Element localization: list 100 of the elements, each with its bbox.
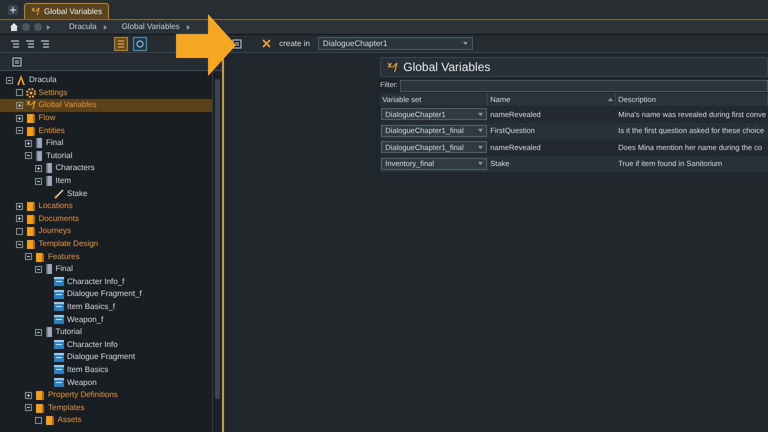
template-icon: [54, 315, 64, 324]
tree-item[interactable]: Journeys: [0, 225, 212, 238]
tree-item[interactable]: Tutorial: [0, 326, 212, 338]
collapse-toggle[interactable]: [34, 266, 42, 273]
tree-item[interactable]: Global Variables: [0, 99, 212, 112]
collapse-toggle[interactable]: [6, 76, 13, 84]
collapse-toggle[interactable]: [34, 328, 42, 336]
folder-icon: [26, 201, 36, 212]
variables-icon: [31, 7, 40, 16]
document-stack-icon[interactable]: [232, 38, 242, 48]
list-view-button[interactable]: [114, 36, 128, 50]
expand-toggle[interactable]: [25, 392, 32, 399]
tree-label: Documents: [38, 214, 79, 223]
sort-ascending-icon: [608, 97, 614, 102]
tree-item[interactable]: Documents: [0, 212, 212, 226]
add-tab-button[interactable]: [8, 5, 18, 15]
list-icon[interactable]: [25, 38, 35, 48]
tree-item[interactable]: Property Definitions: [0, 388, 212, 402]
empty-toggle[interactable]: [16, 228, 22, 235]
template-icon: [54, 378, 64, 388]
tree-item[interactable]: Dialogue Fragment: [0, 351, 212, 364]
tree-label: Dracula: [29, 76, 57, 84]
tree-item[interactable]: Assets: [0, 414, 212, 427]
tree-item[interactable]: Templates: [0, 401, 212, 414]
filter-button[interactable]: [133, 36, 148, 50]
scrollbar[interactable]: [212, 71, 222, 432]
tree-label: Item Basics_f: [67, 302, 116, 311]
tree-label: Property Definitions: [48, 391, 118, 400]
create-in-label: create in: [279, 38, 310, 50]
list-icon[interactable]: [40, 38, 50, 48]
list-icon[interactable]: [10, 38, 20, 48]
collapse-toggle[interactable]: [25, 253, 32, 260]
home-icon[interactable]: [10, 23, 18, 31]
tree-label: Assets: [58, 416, 82, 424]
tree-item[interactable]: Entities: [0, 124, 212, 137]
tree-item[interactable]: Dracula: [0, 74, 212, 87]
dropdown-arrow-icon: [462, 41, 468, 46]
book-icon: [44, 327, 52, 338]
document-stack-icon[interactable]: [12, 56, 22, 66]
book-icon: [35, 138, 43, 148]
tree-item[interactable]: Weapon: [0, 376, 212, 389]
tree-item[interactable]: Dialogue Fragment_f: [0, 288, 212, 301]
tree-item[interactable]: Locations: [0, 200, 212, 213]
expand-toggle[interactable]: [16, 202, 22, 210]
panel-title: Global Variables: [403, 59, 490, 76]
tree-label: Flow: [38, 114, 56, 122]
tree-label: Locations: [38, 202, 73, 210]
folder-icon: [35, 252, 45, 262]
collapse-toggle[interactable]: [25, 404, 32, 412]
folder-icon: [35, 390, 45, 400]
template-icon: [54, 290, 64, 299]
tree-label: Final: [46, 139, 64, 148]
tree-item[interactable]: Final: [0, 136, 212, 150]
empty-toggle[interactable]: [34, 416, 42, 424]
filter-field[interactable]: [400, 80, 768, 92]
template-icon: [54, 302, 64, 312]
folder-icon: [26, 226, 36, 236]
template-icon: [54, 277, 64, 286]
tree-item[interactable]: Character Info: [0, 338, 212, 352]
collapse-toggle[interactable]: [25, 152, 32, 160]
tree-label: Item: [56, 177, 72, 186]
expand-toggle[interactable]: [34, 164, 42, 172]
chevron-right-icon: [46, 24, 51, 30]
tree-item[interactable]: Stake: [0, 187, 212, 200]
tree-item[interactable]: Item: [0, 174, 212, 188]
breadcrumb-link[interactable]: Global Variables: [122, 21, 180, 33]
expand-toggle[interactable]: [16, 102, 22, 109]
expand-toggle[interactable]: [16, 114, 22, 122]
tree-label: Template Design: [38, 240, 98, 248]
letter-a-logo-icon: [16, 75, 26, 86]
tree-label: Final: [56, 265, 73, 274]
tree-label: Weapon_f: [67, 316, 104, 324]
document-tab[interactable]: Global Variables: [24, 3, 110, 19]
tree-item[interactable]: Settings: [0, 86, 212, 100]
tree-item[interactable]: Characters: [0, 162, 212, 175]
tree-item[interactable]: Tutorial: [0, 150, 212, 162]
expand-toggle[interactable]: [25, 140, 32, 147]
variable-set-dropdown[interactable]: DialogueChapter1: [318, 37, 473, 50]
tree-item[interactable]: Character Info_f: [0, 276, 212, 288]
tree-label: Character Info: [67, 340, 118, 349]
tree-label: Character Info_f: [67, 278, 124, 286]
tree-item[interactable]: Weapon_f: [0, 313, 212, 326]
tree-item[interactable]: Features: [0, 250, 212, 263]
collapse-toggle[interactable]: [16, 240, 22, 248]
breadcrumb-link[interactable]: Dracula: [69, 21, 97, 33]
expand-toggle[interactable]: [16, 215, 22, 222]
tree-item[interactable]: Item Basics: [0, 364, 212, 376]
tree-item[interactable]: Flow: [0, 112, 212, 124]
list-icon: [117, 40, 126, 48]
tree-label: Characters: [56, 164, 95, 172]
tree-label: Stake: [67, 190, 88, 198]
collapse-toggle[interactable]: [16, 127, 22, 134]
tree-item[interactable]: Template Design: [0, 238, 212, 250]
collapse-toggle[interactable]: [34, 178, 42, 185]
folder-icon: [26, 239, 36, 250]
tree-item[interactable]: Item Basics_f: [0, 300, 212, 314]
empty-toggle[interactable]: [16, 89, 22, 96]
variables-icon: [26, 100, 36, 110]
tree-item[interactable]: Final: [0, 262, 212, 276]
tree-label: Settings: [38, 88, 68, 97]
